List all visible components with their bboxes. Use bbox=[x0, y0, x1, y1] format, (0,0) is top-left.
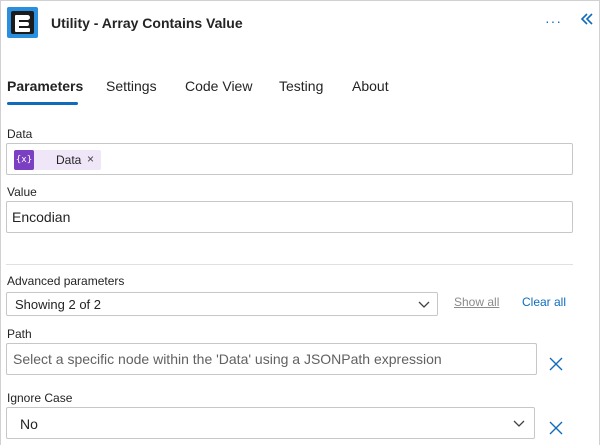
show-all-link[interactable]: Show all bbox=[454, 295, 499, 309]
path-field[interactable]: Select a specific node within the 'Data'… bbox=[6, 343, 537, 375]
path-field-placeholder: Select a specific node within the 'Data'… bbox=[13, 351, 442, 367]
data-token[interactable]: {x} Data × bbox=[14, 150, 101, 170]
advanced-parameters-label: Advanced parameters bbox=[7, 274, 125, 288]
advanced-parameters-dropdown[interactable]: Showing 2 of 2 bbox=[6, 292, 438, 316]
tab-code-view[interactable]: Code View bbox=[185, 78, 252, 94]
more-horizontal-icon[interactable]: ··· bbox=[545, 13, 562, 29]
encodian-logo-icon bbox=[7, 7, 38, 38]
panel-title: Utility - Array Contains Value bbox=[51, 15, 243, 31]
token-remove-icon[interactable]: × bbox=[87, 152, 94, 166]
value-field-text: Encodian bbox=[12, 209, 71, 225]
data-field[interactable]: {x} Data × bbox=[6, 143, 573, 175]
clear-path-close-icon[interactable] bbox=[548, 356, 564, 372]
ignore-case-selected: No bbox=[20, 416, 38, 432]
path-field-label: Path bbox=[7, 327, 32, 341]
variable-icon: {x} bbox=[14, 150, 34, 170]
tab-testing[interactable]: Testing bbox=[279, 78, 323, 94]
clear-all-link[interactable]: Clear all bbox=[522, 295, 566, 309]
value-field[interactable]: Encodian bbox=[6, 201, 573, 233]
chevron-double-left-icon[interactable] bbox=[580, 12, 594, 26]
data-field-label: Data bbox=[7, 127, 33, 141]
ignore-case-dropdown[interactable]: No bbox=[6, 407, 535, 439]
clear-ignore-case-close-icon[interactable] bbox=[548, 420, 564, 436]
tab-parameters[interactable]: Parameters bbox=[7, 78, 83, 94]
section-divider bbox=[6, 264, 573, 265]
data-token-label: Data bbox=[56, 153, 82, 167]
advanced-parameters-selected: Showing 2 of 2 bbox=[15, 297, 102, 312]
chevron-down-icon bbox=[513, 420, 525, 427]
tab-settings[interactable]: Settings bbox=[106, 78, 157, 94]
ignore-case-label: Ignore Case bbox=[7, 391, 73, 405]
value-field-label: Value bbox=[7, 185, 37, 199]
chevron-down-icon bbox=[418, 301, 430, 308]
active-tab-indicator bbox=[7, 102, 78, 105]
tab-about[interactable]: About bbox=[352, 78, 389, 94]
